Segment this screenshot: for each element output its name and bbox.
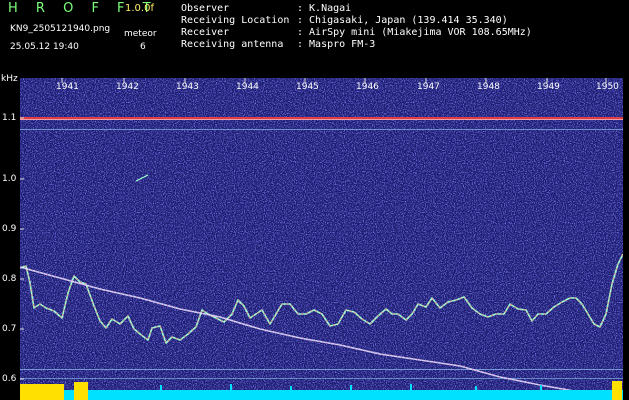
observer-value: : K.Nagai (297, 3, 352, 14)
file-name: KN9_2505121940.png (10, 24, 111, 34)
x-tick-label: 1941 (56, 82, 79, 92)
reference-line (20, 129, 623, 130)
noise-floor-band (20, 390, 623, 400)
meteor-count: 6 (140, 42, 146, 52)
y-axis-unit: kHz (1, 74, 18, 84)
x-tick-label: 1946 (356, 82, 379, 92)
y-tick-label: 0.8 (2, 274, 17, 284)
y-tick-label: 0.7 (2, 324, 17, 334)
x-tick-label: 1947 (417, 82, 440, 92)
y-tick-label: 1.0 (2, 174, 17, 184)
carrier-line-highlight (20, 119, 623, 120)
lower-reference-line (20, 369, 623, 370)
x-tick-label: 1949 (537, 82, 560, 92)
antenna-key: Receiving antenna (181, 39, 284, 50)
y-tick-label: 1.1 (2, 113, 17, 123)
x-tick-label: 1942 (116, 82, 139, 92)
y-tick-label: 0.9 (2, 224, 17, 234)
x-tick-label: 1950 (596, 82, 619, 92)
x-tick-label: 1943 (176, 82, 199, 92)
meteor-label: meteor (124, 29, 157, 39)
x-tick-label: 1944 (236, 82, 259, 92)
receiver-key: Receiver (181, 27, 230, 38)
y-tick-label: 0.6 (2, 374, 17, 384)
receiver-value: : AirSpy mini (Miakejima VOR 108.65MHz) (297, 27, 532, 38)
observer-key: Observer (181, 3, 230, 14)
x-tick-label: 1948 (477, 82, 500, 92)
antenna-value: : Maspro FM-3 (297, 39, 376, 50)
meter-block-mid (74, 382, 88, 400)
location-value: : Chigasaki, Japan (139.414 35.340) (297, 15, 508, 26)
location-key: Receiving Location (181, 15, 290, 26)
timestamp: 25.05.12 19:40 (10, 42, 79, 52)
noise-texture (20, 78, 623, 400)
x-tick-label: 1945 (296, 82, 319, 92)
spectrogram (20, 78, 623, 400)
app-version: 1.0.0f (125, 3, 154, 14)
meter-block-right (612, 381, 622, 400)
meter-block-left (20, 384, 64, 400)
lower-reference-line-2 (20, 378, 623, 379)
